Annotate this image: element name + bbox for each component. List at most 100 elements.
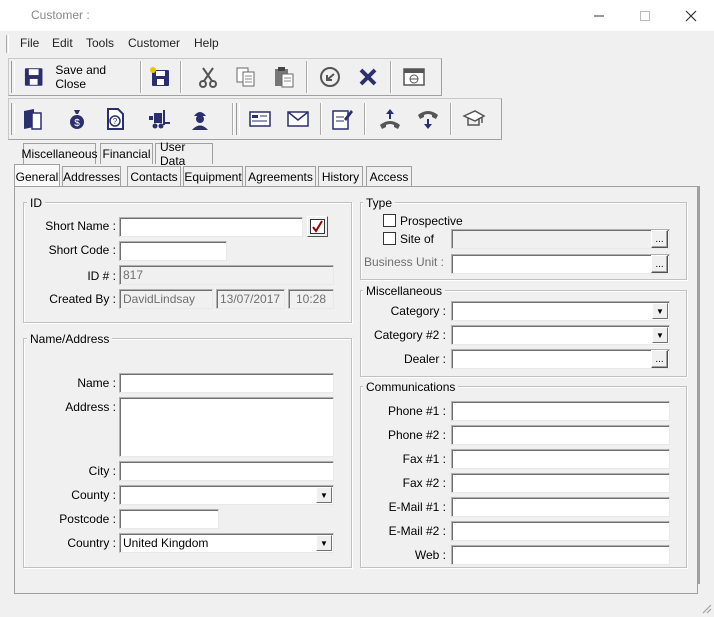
phone2-label: Phone #2 : [387,428,446,442]
business-unit-input[interactable] [451,254,670,274]
category2-select[interactable] [451,325,670,345]
web-window-button[interactable] [398,61,430,93]
site-of-checkbox[interactable] [383,232,396,245]
address-textarea[interactable] [119,397,334,457]
checkmark-icon [310,219,325,234]
name-input[interactable] [119,373,334,393]
save-and-close-button[interactable]: Save and Close [18,61,138,93]
edit-note-button[interactable] [326,103,358,135]
tab-history[interactable]: History [318,166,363,187]
copy-button[interactable] [230,61,262,93]
message-card-button[interactable] [244,103,276,135]
category-select[interactable] [451,301,670,321]
business-unit-browse-button[interactable]: ... [651,255,668,273]
save-new-icon [150,67,169,86]
resize-grip[interactable] [700,602,712,614]
menu-help[interactable]: Help [194,36,219,50]
resize-grip-icon [702,604,712,614]
envelope-button[interactable] [282,103,314,135]
engineer-button[interactable] [184,103,216,135]
prospective-checkbox[interactable] [383,214,396,227]
maximize-button[interactable] [622,0,668,31]
toolbar-grip[interactable] [236,103,240,135]
check-name-button[interactable] [307,216,328,237]
tab-user-data[interactable]: User Data [155,140,213,168]
category2-label: Category #2 : [373,328,446,342]
postcode-input[interactable] [119,509,219,529]
toolbar-separator [450,103,452,135]
email2-input[interactable] [451,521,670,541]
country-select[interactable]: United Kingdom [119,533,334,553]
miscellaneous-group-title: Miscellaneous [363,284,446,298]
city-input[interactable] [119,461,334,481]
chevron-down-icon: ▼ [656,330,664,340]
dealer-input[interactable] [451,349,670,369]
county-select[interactable] [119,485,334,505]
save-new-button[interactable] [144,61,176,93]
menu-grip[interactable] [6,35,9,53]
tab-contacts[interactable]: Contacts [127,166,181,187]
toolbar-grip[interactable] [11,103,15,135]
message-card-icon [249,111,271,127]
minimize-button[interactable] [576,0,622,31]
category2-dropdown-button[interactable]: ▼ [652,327,668,343]
county-dropdown-button[interactable]: ▼ [316,487,332,503]
close-button[interactable] [668,0,714,31]
category-dropdown-button[interactable]: ▼ [652,303,668,319]
tab-general[interactable]: General [14,164,60,188]
fax1-input[interactable] [451,449,670,469]
phone-incoming-button[interactable] [412,103,444,135]
money-bag-icon: $ [70,110,84,129]
tab-agreements[interactable]: Agreements [245,166,316,187]
tab-equipment[interactable]: Equipment [183,166,243,187]
undo-button[interactable] [314,61,346,93]
menu-tools[interactable]: Tools [86,36,114,50]
delete-button[interactable] [352,61,384,93]
web-input[interactable] [451,545,670,565]
city-label: City : [88,464,116,478]
phone-outgoing-icon [380,109,400,129]
country-dropdown-button[interactable]: ▼ [316,535,332,551]
site-of-browse-button[interactable]: ... [651,230,668,248]
short-code-input[interactable] [119,241,227,261]
short-name-input[interactable] [119,217,303,237]
window-title: Customer : [31,8,90,22]
tab-access[interactable]: Access [366,166,412,187]
mortarboard-button[interactable] [458,103,490,135]
cut-button[interactable] [192,61,224,93]
menu-customer[interactable]: Customer [128,36,180,50]
book-button[interactable] [16,103,48,135]
email1-input[interactable] [451,497,670,517]
phone1-input[interactable] [451,401,670,421]
fax2-input[interactable] [451,473,670,493]
toolbar-separator [232,103,234,135]
site-of-label: Site of [400,232,435,246]
copy-icon [236,67,255,87]
country-label: Country : [67,536,116,550]
forklift-button[interactable] [144,103,176,135]
delete-icon [359,68,377,86]
tab-miscellaneous[interactable]: Miscellaneous [21,143,98,164]
id-group-title: ID [27,196,45,210]
tab-financial[interactable]: Financial [100,143,153,164]
county-label: County : [71,488,116,502]
dealer-browse-button[interactable]: ... [651,350,668,368]
menu-file[interactable]: File [20,36,39,50]
toolbar-grip[interactable] [11,61,15,93]
edit-note-icon [332,110,353,130]
paste-button[interactable] [268,61,300,93]
created-by-user-field: DavidLindsay [119,289,213,309]
money-bag-button[interactable]: $ [61,103,93,135]
envelope-icon [287,111,309,127]
name-address-group-title: Name/Address [27,332,113,346]
toolbar-separator [320,103,322,135]
question-document-button[interactable]: ? [99,103,131,135]
save-and-close-label: Save and Close [55,63,107,91]
postcode-label: Postcode : [59,512,116,526]
communications-group-title: Communications [363,380,459,394]
tab-addresses[interactable]: Addresses [62,166,121,187]
phone-outgoing-button[interactable] [374,103,406,135]
menu-edit[interactable]: Edit [52,36,73,50]
phone2-input[interactable] [451,425,670,445]
toolbar-separator [306,61,308,93]
